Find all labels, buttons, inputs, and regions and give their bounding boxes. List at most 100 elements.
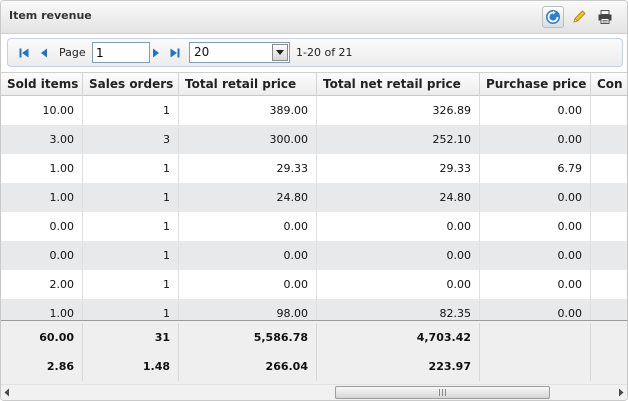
- column-header-sales-orders[interactable]: Sales orders: [83, 73, 179, 96]
- column-header-purchase-price[interactable]: Purchase price: [480, 73, 591, 96]
- summary-section: 60.00 31 5,586.78 4,703.42 2.86 1.48 266.04 223…: [1, 320, 627, 384]
- previous-page-button[interactable]: [38, 39, 50, 66]
- page-size-select[interactable]: 20: [189, 42, 290, 63]
- column-header-sold-items[interactable]: Sold items: [1, 73, 83, 96]
- cell-sales-orders: 3: [83, 125, 179, 154]
- cell-sold-items: 0.00: [1, 212, 83, 241]
- print-button[interactable]: [594, 6, 616, 28]
- summary-cell-con: [591, 323, 627, 352]
- refresh-button[interactable]: [542, 6, 564, 28]
- chevron-left-icon: [41, 48, 47, 57]
- cell-total-retail-price: 29.33: [179, 154, 317, 183]
- column-header-total-retail-price[interactable]: Total retail price: [179, 73, 317, 96]
- cell-total-net-retail-price: 24.80: [317, 183, 480, 212]
- cell-purchase-price: 0.00: [480, 183, 591, 212]
- cell-con: [591, 154, 627, 183]
- page-label: Page: [59, 46, 86, 59]
- cell-sold-items: 1.00: [1, 183, 83, 212]
- cell-total-retail-price: 24.80: [179, 183, 317, 212]
- table-row[interactable]: 1.00 1 29.33 29.33 6.79: [1, 154, 627, 183]
- cell-con: [591, 183, 627, 212]
- summary-cell-sales-orders: 31: [83, 323, 179, 352]
- chevron-right-icon[interactable]: [617, 388, 625, 397]
- summary-cell-purchase-price: [480, 323, 591, 352]
- cell-purchase-price: 6.79: [480, 154, 591, 183]
- cell-sales-orders: 1: [83, 241, 179, 270]
- summary-cell-total-net-retail-price: 4,703.42: [317, 323, 480, 352]
- cell-sales-orders: 1: [83, 270, 179, 299]
- cell-sales-orders: 1: [83, 154, 179, 183]
- cell-con: [591, 96, 627, 125]
- summary-cell-sales-orders: 1.48: [83, 352, 179, 381]
- first-page-button[interactable]: [18, 39, 30, 66]
- paging-range-text: 1-20 of 21: [296, 46, 353, 59]
- cell-sold-items: 10.00: [1, 96, 83, 125]
- page-number-input[interactable]: [92, 42, 150, 63]
- cell-con: [591, 125, 627, 154]
- table-row[interactable]: 1.00 1 24.80 24.80 0.00: [1, 183, 627, 212]
- cell-con: [591, 212, 627, 241]
- summary-row: 60.00 31 5,586.78 4,703.42: [1, 323, 627, 352]
- printer-icon: [598, 10, 612, 24]
- pencil-icon: [573, 10, 586, 23]
- summary-row: 2.86 1.48 266.04 223.97: [1, 352, 627, 381]
- summary-cell-total-retail-price: 5,586.78: [179, 323, 317, 352]
- cell-total-net-retail-price: 0.00: [317, 241, 480, 270]
- cell-sold-items: 3.00: [1, 125, 83, 154]
- refresh-icon: [546, 10, 560, 24]
- cell-total-net-retail-price: 29.33: [317, 154, 480, 183]
- cell-sales-orders: 1: [83, 212, 179, 241]
- summary-cell-total-retail-price: 266.04: [179, 352, 317, 381]
- cell-purchase-price: 0.00: [480, 241, 591, 270]
- cell-purchase-price: 0.00: [480, 125, 591, 154]
- cell-total-net-retail-price: 252.10: [317, 125, 480, 154]
- last-page-icon: [170, 48, 180, 57]
- paging-toolbar: Page 20 1-20 of 21: [7, 38, 623, 67]
- cell-total-retail-price: 0.00: [179, 270, 317, 299]
- summary-cell-con: [591, 352, 627, 381]
- panel-header: Item revenue: [1, 1, 627, 34]
- page-size-value: 20: [194, 45, 210, 59]
- summary-cell-sold-items: 2.86: [1, 352, 83, 381]
- cell-sold-items: 2.00: [1, 270, 83, 299]
- cell-total-retail-price: 389.00: [179, 96, 317, 125]
- cell-purchase-price: 0.00: [480, 212, 591, 241]
- grip-icon: [438, 389, 446, 396]
- last-page-button[interactable]: [169, 39, 181, 66]
- cell-con: [591, 270, 627, 299]
- scrollbar-thumb[interactable]: [335, 386, 550, 399]
- panel-title: Item revenue: [9, 9, 92, 22]
- cell-con: [591, 241, 627, 270]
- table-row[interactable]: 0.00 1 0.00 0.00 0.00: [1, 212, 627, 241]
- chevron-left-icon[interactable]: [3, 388, 11, 397]
- summary-cell-sold-items: 60.00: [1, 323, 83, 352]
- table-row[interactable]: 0.00 1 0.00 0.00 0.00: [1, 241, 627, 270]
- cell-sold-items: 1.00: [1, 154, 83, 183]
- revenue-grid: Sold items Sales orders Total retail pri…: [1, 72, 627, 384]
- edit-button[interactable]: [568, 6, 590, 28]
- table-row[interactable]: 2.00 1 0.00 0.00 0.00: [1, 270, 627, 299]
- table-row[interactable]: 10.00 1 389.00 326.89 0.00: [1, 96, 627, 125]
- table-row[interactable]: 3.00 3 300.00 252.10 0.00: [1, 125, 627, 154]
- horizontal-scrollbar[interactable]: [1, 384, 627, 400]
- cell-sales-orders: 1: [83, 183, 179, 212]
- cell-purchase-price: 0.00: [480, 96, 591, 125]
- column-header-con[interactable]: Con: [591, 73, 627, 96]
- summary-cell-total-net-retail-price: 223.97: [317, 352, 480, 381]
- column-header-total-net-retail-price[interactable]: Total net retail price: [317, 73, 480, 96]
- cell-total-net-retail-price: 326.89: [317, 96, 480, 125]
- summary-cell-purchase-price: [480, 352, 591, 381]
- chevron-right-icon: [153, 48, 159, 57]
- next-page-button[interactable]: [150, 39, 162, 66]
- item-revenue-panel: Item revenue Page 1 20 1-20 of 21 Sold i…: [0, 0, 628, 401]
- cell-sold-items: 0.00: [1, 241, 83, 270]
- cell-total-retail-price: 0.00: [179, 241, 317, 270]
- grid-header-row: Sold items Sales orders Total retail pri…: [1, 72, 627, 96]
- cell-purchase-price: 0.00: [480, 270, 591, 299]
- first-page-icon: [19, 48, 29, 57]
- cell-total-net-retail-price: 0.00: [317, 270, 480, 299]
- cell-sales-orders: 1: [83, 96, 179, 125]
- cell-total-net-retail-price: 0.00: [317, 212, 480, 241]
- chevron-down-icon[interactable]: [272, 44, 288, 61]
- cell-total-retail-price: 300.00: [179, 125, 317, 154]
